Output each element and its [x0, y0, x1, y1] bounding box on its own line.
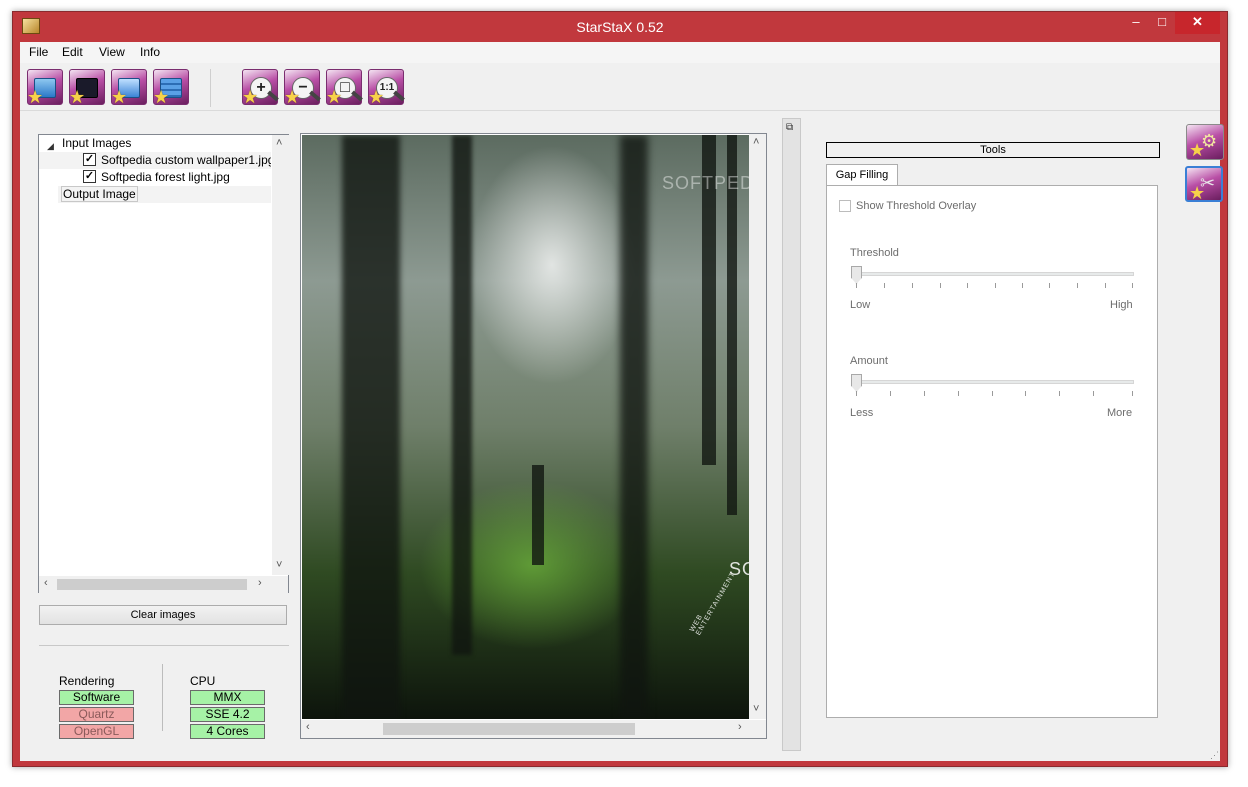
zoom-fit-button[interactable]: □ ★ — [326, 69, 363, 107]
threshold-high-label: High — [1110, 299, 1133, 311]
item-checkbox[interactable]: ✓ — [83, 153, 96, 166]
magnifier-handle-icon — [309, 90, 321, 102]
scroll-right-icon[interactable]: › — [258, 577, 262, 589]
item-label: Softpedia custom wallpaper1.jpg — [101, 153, 271, 167]
amount-label: Amount — [850, 355, 888, 367]
tools-mode-button[interactable]: ✂ ★ — [1185, 166, 1223, 202]
status-separator — [162, 664, 163, 731]
threshold-low-label: Low — [850, 299, 871, 311]
tree-item[interactable]: ✓ Softpedia forest light.jpg — [39, 169, 271, 186]
app-window: StarStaX 0.52 – □ ✕ File Edit View Info … — [12, 11, 1228, 767]
toolbar: ★ ★ ★ ★ + ★ − ★ □ ★ 1:1 ★ — [20, 65, 1220, 111]
scroll-left-icon[interactable]: ‹ — [306, 721, 310, 733]
status-badge-software: Software — [59, 690, 134, 705]
dock-splitter[interactable]: ⧉ — [782, 118, 801, 751]
batch-button[interactable]: ★ — [153, 69, 189, 107]
amount-high-label: More — [1107, 407, 1133, 419]
item-checkbox[interactable]: ✓ — [83, 170, 96, 183]
threshold-slider-thumb[interactable] — [851, 266, 862, 284]
output-label: Output Image — [61, 186, 138, 202]
threshold-slider-track[interactable] — [851, 272, 1134, 276]
show-overlay-label: Show Threshold Overlay — [856, 200, 977, 212]
tree-item[interactable]: ✓ Softpedia custom wallpaper1.jpg — [39, 152, 271, 169]
tree-group-input[interactable]: ◢ Input Images — [39, 135, 271, 152]
tab-gap-filling[interactable]: Gap Filling — [826, 164, 898, 186]
panel-divider — [39, 645, 289, 646]
scroll-thumb[interactable] — [383, 723, 635, 735]
save-button[interactable]: ★ — [111, 69, 147, 107]
star-icon: ★ — [27, 87, 44, 107]
forest-photo: SOFTPEDIA SO WEB ENTERTAINMENT — [302, 135, 749, 719]
title-bar[interactable]: StarStaX 0.52 – □ ✕ — [13, 12, 1227, 42]
amount-slider-thumb[interactable] — [851, 374, 862, 392]
scroll-down-icon[interactable]: ˅ — [753, 703, 759, 715]
gap-filling-page: Show Threshold Overlay Threshold Low Hig… — [826, 185, 1158, 718]
status-badge-quartz: Quartz — [59, 707, 134, 722]
menu-info[interactable]: Info — [140, 45, 160, 59]
magnifier-handle-icon — [267, 90, 279, 102]
collapse-triangle-icon[interactable]: ◢ — [47, 138, 54, 152]
status-badge-sse: SSE 4.2 — [190, 707, 265, 722]
watermark-text: SOFTPEDIA — [662, 173, 749, 193]
star-icon: ★ — [284, 87, 301, 107]
menu-edit[interactable]: Edit — [62, 45, 83, 59]
scroll-left-icon[interactable]: ‹ — [44, 577, 48, 589]
amount-low-label: Less — [850, 407, 874, 419]
star-icon: ★ — [368, 87, 385, 107]
process-button[interactable]: ★ — [69, 69, 105, 107]
magnifier-handle-icon — [351, 90, 363, 102]
scroll-up-icon[interactable]: ˄ — [753, 136, 759, 148]
star-icon: ★ — [111, 87, 128, 107]
star-icon: ★ — [69, 87, 86, 107]
image-tree[interactable]: ◢ Input Images ✓ Softpedia custom wallpa… — [38, 134, 289, 593]
show-overlay-checkbox[interactable] — [839, 200, 851, 212]
tree-vertical-scrollbar[interactable]: ˄ ˅ — [272, 135, 289, 575]
status-badge-cores: 4 Cores — [190, 724, 265, 739]
window-title: StarStaX 0.52 — [576, 19, 664, 35]
menu-bar: File Edit View Info — [20, 42, 1220, 63]
clear-images-button[interactable]: Clear images — [39, 605, 287, 625]
zoom-in-button[interactable]: + ★ — [242, 69, 279, 107]
tree-output-item[interactable]: Output Image — [58, 186, 271, 203]
image-view[interactable]: SOFTPEDIA SO WEB ENTERTAINMENT ˄ ˅ ‹ › — [300, 133, 767, 739]
threshold-label: Threshold — [850, 247, 899, 259]
image-horizontal-scrollbar[interactable]: ‹ › — [301, 720, 766, 738]
undock-icon[interactable]: ⧉ — [786, 122, 793, 133]
maximize-button[interactable]: □ — [1149, 12, 1175, 34]
star-icon: ★ — [326, 87, 343, 107]
tree-group-label: Input Images — [62, 136, 132, 150]
watermark-text: WEB ENTERTAINMENT — [688, 570, 737, 637]
menu-view[interactable]: View — [99, 45, 125, 59]
scroll-right-icon[interactable]: › — [738, 721, 742, 733]
item-label: Softpedia forest light.jpg — [101, 170, 230, 184]
star-icon: ★ — [242, 87, 259, 107]
scroll-thumb[interactable] — [57, 579, 247, 590]
image-vertical-scrollbar[interactable]: ˄ ˅ — [749, 134, 766, 719]
client-area: File Edit View Info ★ ★ ★ ★ + ★ − ★ □ ★ … — [20, 42, 1224, 761]
toolbar-separator — [210, 69, 211, 107]
star-icon: ★ — [1189, 140, 1206, 160]
star-icon: ★ — [1189, 183, 1206, 203]
magnifier-handle-icon — [393, 90, 405, 102]
resize-grip[interactable]: ⋰ — [1210, 750, 1220, 760]
scroll-down-icon[interactable]: ˅ — [276, 559, 282, 571]
scroll-up-icon[interactable]: ˄ — [276, 137, 282, 149]
status-badge-mmx: MMX — [190, 690, 265, 705]
rendering-label: Rendering — [59, 674, 115, 688]
zoom-actual-button[interactable]: 1:1 ★ — [368, 69, 405, 107]
menu-file[interactable]: File — [29, 45, 48, 59]
cpu-label: CPU — [190, 674, 216, 688]
close-button[interactable]: ✕ — [1175, 12, 1220, 34]
settings-mode-button[interactable]: ⚙ ★ — [1186, 124, 1224, 160]
star-icon: ★ — [153, 87, 170, 107]
open-images-button[interactable]: ★ — [27, 69, 63, 107]
tools-header: Tools — [826, 142, 1160, 158]
status-badge-opengl: OpenGL — [59, 724, 134, 739]
zoom-out-button[interactable]: − ★ — [284, 69, 321, 107]
amount-slider-track[interactable] — [851, 380, 1134, 384]
tree-horizontal-scrollbar[interactable]: ‹ › — [39, 576, 288, 593]
minimize-button[interactable]: – — [1123, 12, 1149, 34]
